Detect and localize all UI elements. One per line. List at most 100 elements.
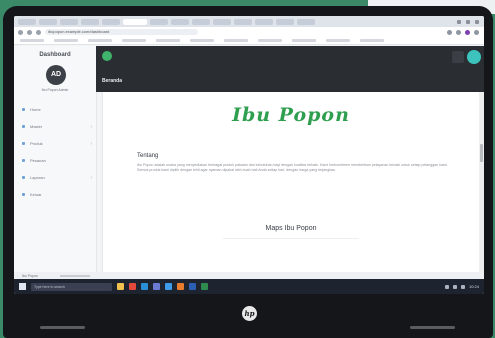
windows-start-icon[interactable]	[19, 283, 26, 290]
sidebar-item-produk[interactable]: Produk ›	[22, 138, 92, 149]
chevron-right-icon: ›	[90, 174, 92, 181]
bookmark-item[interactable]	[54, 39, 78, 42]
notification-button[interactable]	[452, 51, 464, 63]
volume-icon[interactable]	[452, 284, 457, 289]
sidebar-item-label: Home	[30, 107, 41, 112]
bookmark-item[interactable]	[326, 39, 350, 42]
browser-tab[interactable]	[150, 18, 168, 25]
taskbar-search-input[interactable]: Type here to search	[31, 282, 112, 291]
sidebar-item-home[interactable]: Home	[22, 104, 92, 115]
bookmark-item[interactable]	[292, 39, 316, 42]
browser-tab[interactable]	[171, 18, 189, 25]
bookmark-item[interactable]	[156, 39, 180, 42]
browser-tab[interactable]	[234, 18, 252, 25]
page-title: Beranda	[102, 78, 123, 84]
box-icon	[22, 142, 25, 145]
bookmark-item[interactable]	[360, 39, 384, 42]
edge-icon[interactable]	[141, 283, 148, 290]
sidebar-item-keluar[interactable]: Keluar	[22, 189, 92, 200]
user-name: Ibu Popon Admin	[41, 88, 69, 92]
database-icon	[22, 125, 25, 128]
photos-icon[interactable]	[177, 283, 184, 290]
maximize-icon[interactable]	[466, 19, 470, 24]
bookmark-star-icon[interactable]	[447, 29, 452, 35]
system-tray: 10:24	[444, 284, 484, 289]
scrollbar-thumb[interactable]	[480, 144, 483, 162]
url-input[interactable]: ibupopon.example.com/dashboard	[45, 29, 198, 35]
about-heading: Tentang	[137, 153, 159, 159]
shop-logo: Ibu Popon	[232, 104, 350, 126]
browser-tab[interactable]	[213, 18, 231, 25]
sidebar: Dashboard AD Ibu Popon Admin Home Master…	[14, 46, 97, 272]
wifi-icon[interactable]	[444, 284, 449, 289]
browser-tab[interactable]	[18, 18, 36, 25]
sidebar-item-pesanan[interactable]: Pesanan	[22, 155, 92, 166]
excel-icon[interactable]	[201, 283, 208, 290]
sidebar-brand[interactable]: Dashboard	[14, 52, 96, 58]
scrollbar-track[interactable]	[479, 92, 484, 272]
about-paragraph: Ibu Popon adalah usaha yang menyediakan …	[137, 163, 448, 172]
browser-tab[interactable]	[102, 18, 120, 25]
clock-text[interactable]: 10:24	[469, 284, 479, 289]
sidebar-item-master[interactable]: Master ›	[22, 121, 92, 132]
bookmark-item[interactable]	[190, 39, 214, 42]
word-icon[interactable]	[189, 283, 196, 290]
chevron-right-icon: ›	[90, 140, 92, 147]
map-heading: Maps Ibu Popon	[265, 225, 317, 232]
sidebar-item-label: Laporan	[30, 175, 45, 180]
status-text: Ibu Popon	[22, 273, 38, 278]
extension-icon[interactable]	[456, 29, 461, 35]
bookmark-item[interactable]	[224, 39, 248, 42]
file-explorer-icon[interactable]	[117, 283, 124, 290]
browser-tab-active[interactable]	[123, 18, 147, 25]
app-header: Beranda	[96, 46, 484, 92]
browser-tab-strip	[14, 16, 484, 27]
close-icon[interactable]	[475, 19, 479, 24]
app-logo-icon[interactable]	[102, 51, 112, 61]
status-placeholder	[59, 274, 90, 277]
menu-kebab-icon[interactable]	[474, 29, 479, 35]
chrome-icon[interactable]	[129, 283, 136, 290]
bookmark-item[interactable]	[258, 39, 282, 42]
browser-tab[interactable]	[192, 18, 210, 25]
sidebar-item-label: Master	[30, 124, 43, 129]
battery-icon[interactable]	[460, 284, 465, 289]
hp-logo: hp	[242, 306, 257, 321]
laptop-hinge-left	[40, 326, 85, 329]
forward-icon[interactable]	[27, 29, 32, 35]
bookmark-item[interactable]	[88, 39, 112, 42]
sidebar-item-laporan[interactable]: Laporan ›	[22, 172, 92, 183]
sidebar-item-label: Pesanan	[30, 158, 46, 163]
sidebar-item-label: Produk	[30, 141, 43, 146]
windows-taskbar: Type here to search 10:24	[14, 279, 484, 294]
laptop-hinge-right	[410, 326, 455, 329]
store-icon[interactable]	[153, 283, 160, 290]
cart-icon	[22, 159, 25, 162]
bookmark-item[interactable]	[122, 39, 146, 42]
main-content-card: Ibu Popon Tentang Ibu Popon adalah usaha…	[103, 92, 479, 272]
bookmark-item[interactable]	[20, 39, 44, 42]
browser-tab[interactable]	[255, 18, 273, 25]
laptop-frame: ibupopon.example.com/dashboard Dashboard	[3, 6, 493, 338]
sidebar-item-label: Keluar	[30, 192, 42, 197]
mail-icon[interactable]	[165, 283, 172, 290]
browser-tab[interactable]	[81, 18, 99, 25]
logout-icon	[22, 193, 25, 196]
avatar[interactable]: AD	[46, 65, 66, 85]
bookmarks-bar	[14, 37, 484, 45]
back-icon[interactable]	[18, 29, 23, 35]
browser-tab[interactable]	[297, 18, 315, 25]
minimize-icon[interactable]	[457, 19, 461, 24]
status-bar: Ibu Popon	[14, 272, 484, 279]
browser-tab[interactable]	[39, 18, 57, 25]
chevron-right-icon: ›	[90, 123, 92, 130]
reload-icon[interactable]	[36, 29, 41, 35]
profile-icon[interactable]	[465, 29, 470, 35]
report-icon	[22, 176, 25, 179]
browser-tab[interactable]	[60, 18, 78, 25]
extension-icons	[447, 29, 484, 35]
header-avatar[interactable]	[467, 50, 481, 64]
browser-tab[interactable]	[276, 18, 294, 25]
divider	[223, 238, 359, 239]
sidebar-menu: Home Master › Produk › Pesanan Laporan ›…	[22, 104, 92, 206]
